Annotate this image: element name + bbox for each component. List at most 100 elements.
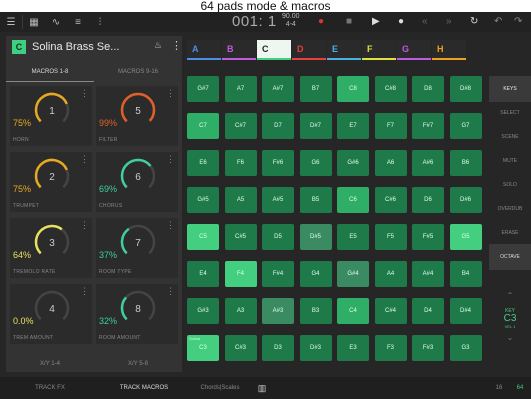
more-icon[interactable]: ⋮ xyxy=(166,154,175,165)
more-icon[interactable]: ⋮ xyxy=(171,39,182,52)
pad-a4[interactable]: A4 xyxy=(374,261,407,287)
tab-macros-1-8[interactable]: MACROS 1-8 xyxy=(6,62,94,82)
tab-xy-1-4[interactable]: X/Y 1-4 xyxy=(6,356,94,372)
mode-overdub[interactable]: OVERDUB xyxy=(489,196,531,222)
pad-e7[interactable]: E7 xyxy=(337,113,369,139)
pad-b7[interactable]: B7 xyxy=(299,76,332,102)
skip-icon[interactable]: » xyxy=(446,12,452,32)
pad-a3[interactable]: A3 xyxy=(224,298,257,324)
pad-fs7[interactable]: F#7 xyxy=(412,113,444,139)
pad-g7[interactable]: G7 xyxy=(449,113,482,139)
macro-knob-4[interactable]: 4 ⋮ 0.0% TREM AMOUNT xyxy=(10,284,92,344)
grid-size-16[interactable]: 16 xyxy=(489,377,509,399)
grid-icon[interactable]: ▦ xyxy=(23,17,45,28)
more-icon[interactable]: ⋮ xyxy=(166,88,175,99)
pad-c4[interactable]: C4 xyxy=(337,298,369,324)
piano-icon[interactable]: ▥ xyxy=(252,377,272,399)
pad-g3[interactable]: G3 xyxy=(449,335,482,361)
mode-mute[interactable]: MUTE xyxy=(489,148,531,174)
pad-d8[interactable]: D8 xyxy=(412,76,444,102)
pad-gs7[interactable]: G#7 xyxy=(187,76,219,102)
mode-erase[interactable]: ERASE xyxy=(489,220,531,246)
pad-f4[interactable]: F4 xyxy=(224,261,257,287)
pad-d5[interactable]: D5 xyxy=(262,224,294,250)
pad-b6[interactable]: B6 xyxy=(449,150,482,176)
pad-c6[interactable]: C6 xyxy=(337,187,369,213)
pad-a5[interactable]: A5 xyxy=(224,187,257,213)
loop-icon[interactable]: ↻ xyxy=(470,12,478,32)
pad-as4[interactable]: A#4 xyxy=(412,261,444,287)
automation-icon[interactable]: ∿ xyxy=(45,17,67,28)
chevron-down-icon[interactable]: ⌄ xyxy=(489,333,531,342)
pad-e5[interactable]: E5 xyxy=(337,224,369,250)
pad-b4[interactable]: B4 xyxy=(449,261,482,287)
pad-g6[interactable]: G6 xyxy=(299,150,332,176)
more-icon[interactable]: ⋮ xyxy=(80,220,89,231)
mode-solo[interactable]: SOLO xyxy=(489,172,531,198)
pad-c7[interactable]: C7 xyxy=(187,113,219,139)
instrument-icon[interactable]: ♨ xyxy=(154,40,162,51)
tab-chords-scales[interactable]: Chords|Scales xyxy=(188,377,252,399)
more-icon[interactable]: ⋮ xyxy=(166,286,175,297)
pad-d4[interactable]: D4 xyxy=(412,298,444,324)
more-icon[interactable]: ⋮ xyxy=(80,154,89,165)
pad-g4[interactable]: G4 xyxy=(299,261,332,287)
pad-gs5[interactable]: G#5 xyxy=(187,187,219,213)
track-tab-g[interactable]: G xyxy=(397,40,431,60)
more-icon[interactable]: ⋮ xyxy=(80,286,89,297)
pad-b3[interactable]: B3 xyxy=(299,298,332,324)
pad-ds6[interactable]: D#6 xyxy=(449,187,482,213)
pad-ds4[interactable]: D#4 xyxy=(449,298,482,324)
pad-b5[interactable]: B5 xyxy=(299,187,332,213)
track-tab-d[interactable]: D xyxy=(292,40,326,60)
tempo-display[interactable]: 90.00 4-4 xyxy=(282,13,300,29)
chevron-up-icon[interactable]: ⌃ xyxy=(489,291,531,300)
pad-d6[interactable]: D6 xyxy=(412,187,444,213)
play-icon[interactable]: ▶ xyxy=(372,12,380,32)
pad-as6[interactable]: A#6 xyxy=(412,150,444,176)
pad-e6[interactable]: E6 xyxy=(187,150,219,176)
tab-xy-5-8[interactable]: X/Y 5-8 xyxy=(94,356,182,372)
more-icon[interactable]: ⋮ xyxy=(166,220,175,231)
pad-e4[interactable]: E4 xyxy=(187,261,219,287)
pad-ds7[interactable]: D#7 xyxy=(299,113,332,139)
more-icon[interactable]: ⋮ xyxy=(80,88,89,99)
pad-ds5[interactable]: D#5 xyxy=(299,224,332,250)
record-icon[interactable]: ● xyxy=(318,12,324,32)
pad-ds8[interactable]: D#8 xyxy=(449,76,482,102)
pad-cs5[interactable]: C#5 xyxy=(224,224,257,250)
pad-cs3[interactable]: C#3 xyxy=(224,335,257,361)
pad-d3[interactable]: D3 xyxy=(262,335,294,361)
mode-keys[interactable]: KEYS xyxy=(489,76,531,102)
pad-f5[interactable]: F5 xyxy=(374,224,407,250)
pad-cs4[interactable]: C#4 xyxy=(374,298,407,324)
track-tab-c[interactable]: C xyxy=(257,40,291,60)
grid-size-64[interactable]: 64 xyxy=(509,377,531,399)
pad-cs6[interactable]: C#6 xyxy=(374,187,407,213)
tab-track-fx[interactable]: TRACK FX xyxy=(0,377,100,399)
pad-f6[interactable]: F6 xyxy=(224,150,257,176)
track-tab-b[interactable]: B xyxy=(222,40,256,60)
pad-gs3[interactable]: G#3 xyxy=(187,298,219,324)
hamburger-icon[interactable]: ☰ xyxy=(0,17,22,28)
mixer-icon[interactable]: ≡ xyxy=(67,17,89,28)
pad-a7[interactable]: A7 xyxy=(224,76,257,102)
mode-select[interactable]: SELECT xyxy=(489,100,531,126)
mode-octave[interactable]: OCTAVE xyxy=(489,244,531,270)
overdub-icon[interactable]: ● xyxy=(398,12,404,32)
pad-cs8[interactable]: C#8 xyxy=(374,76,407,102)
pad-d7[interactable]: D7 xyxy=(262,113,294,139)
pad-f3[interactable]: F3 xyxy=(374,335,407,361)
macro-knob-6[interactable]: 6 ⋮ 69% CHORUS xyxy=(96,152,178,212)
pad-fs3[interactable]: F#3 xyxy=(412,335,444,361)
pad-c8[interactable]: C8 xyxy=(337,76,369,102)
track-tab-a[interactable]: A xyxy=(187,40,221,60)
macro-knob-1[interactable]: 1 ⋮ 75% HORN xyxy=(10,86,92,146)
device-name[interactable]: Solina Brass Se... xyxy=(32,41,119,53)
pad-c5[interactable]: C5 xyxy=(187,224,219,250)
pad-fs6[interactable]: F#6 xyxy=(262,150,294,176)
stop-icon[interactable]: ■ xyxy=(346,12,352,32)
pad-f7[interactable]: F7 xyxy=(374,113,407,139)
track-tab-f[interactable]: F xyxy=(362,40,396,60)
pad-fs5[interactable]: F#5 xyxy=(412,224,444,250)
